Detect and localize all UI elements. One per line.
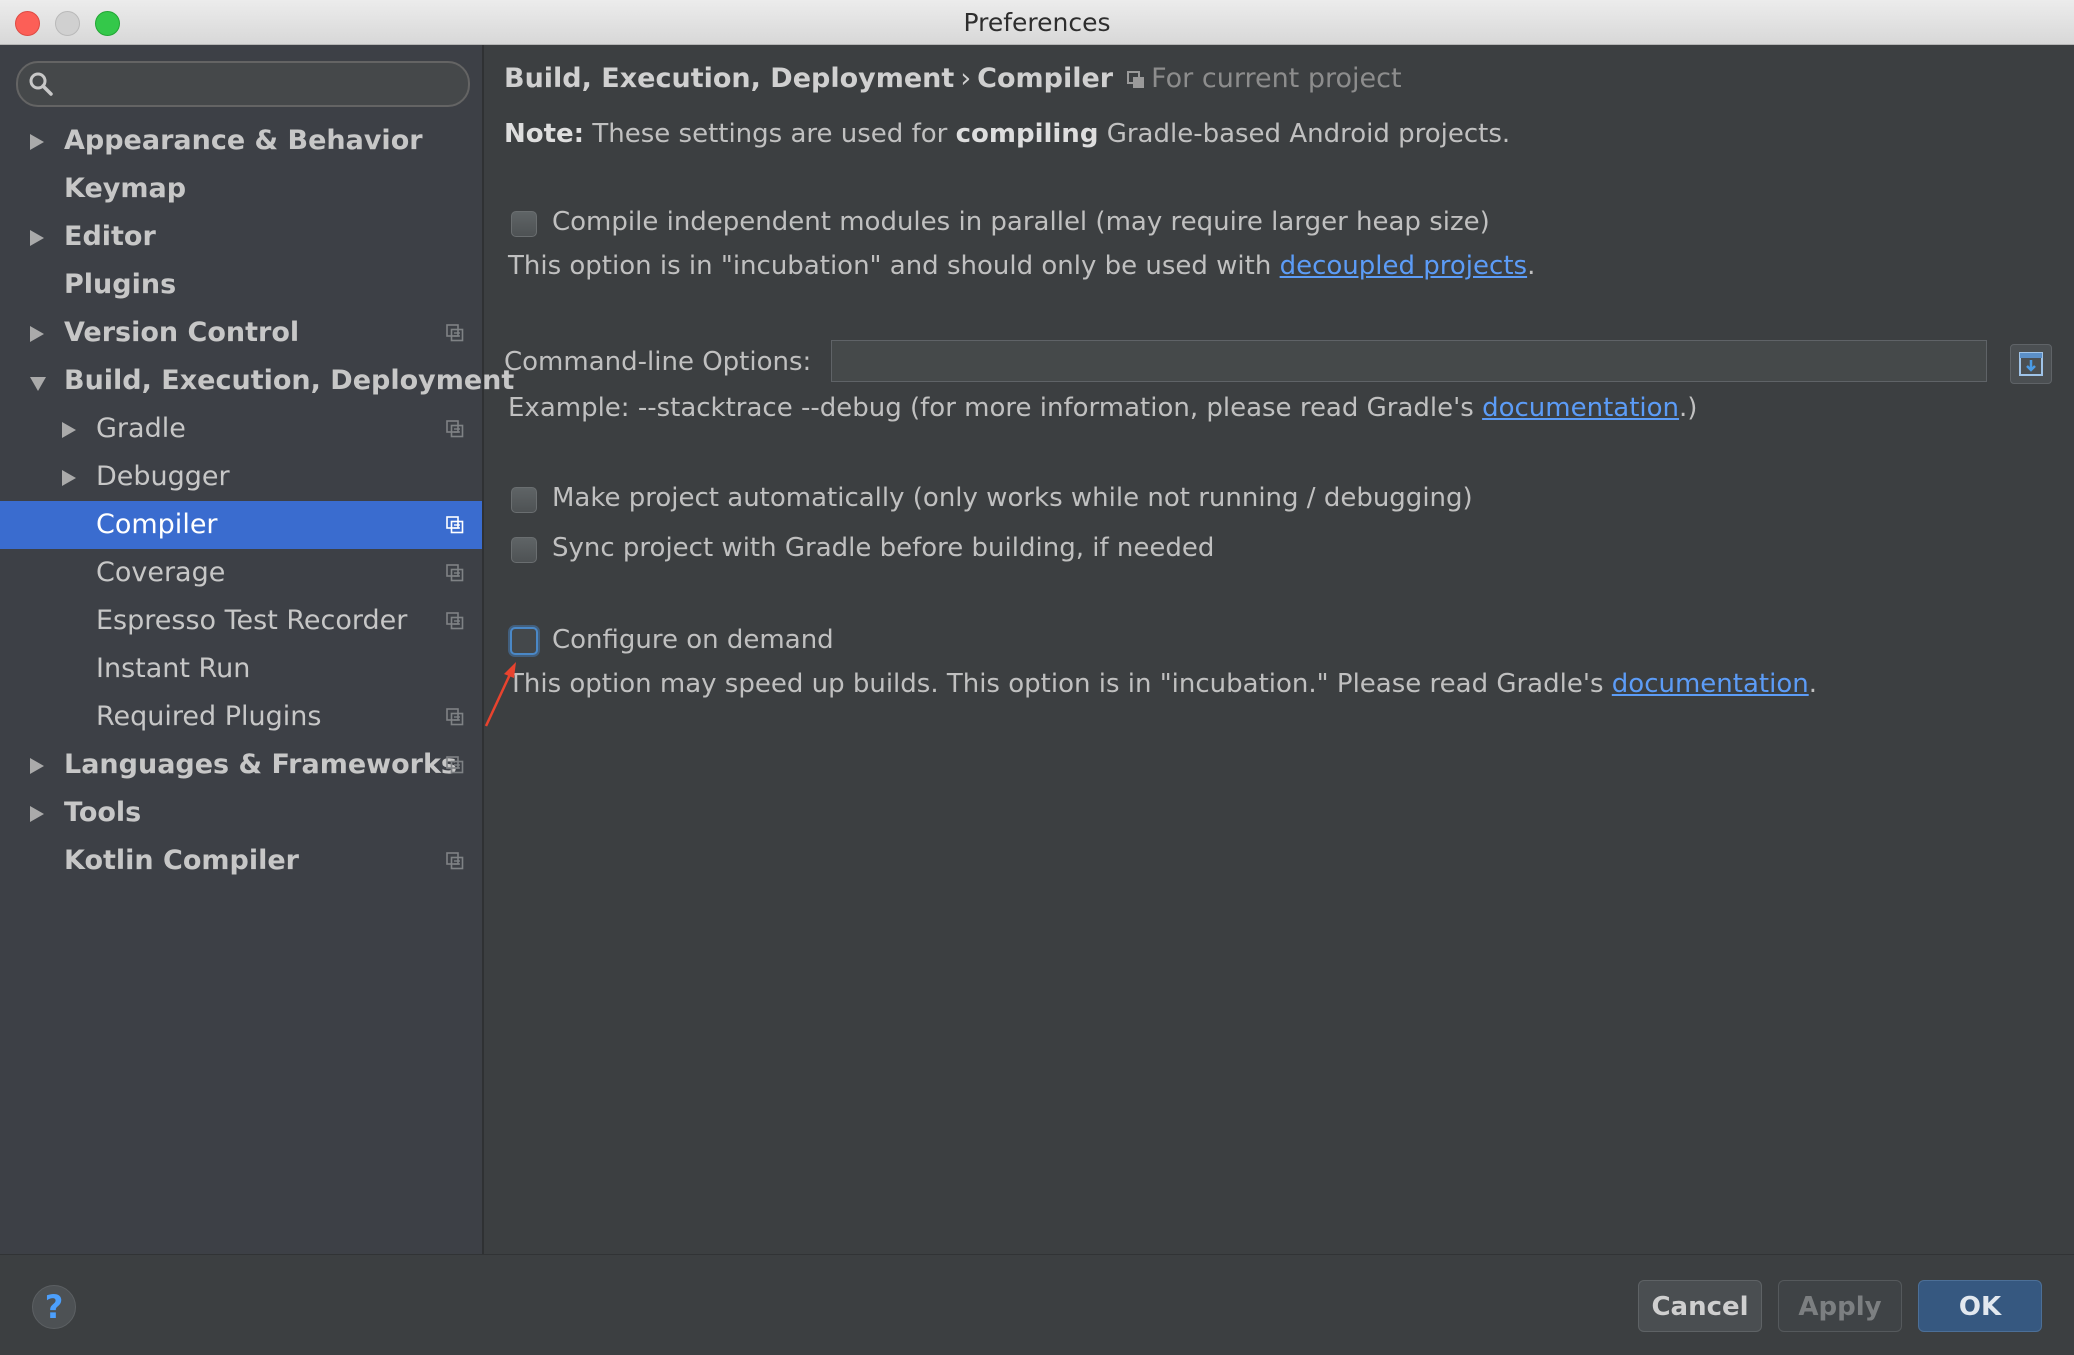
configure-on-demand-hint: This option may speed up builds. This op… (508, 669, 1817, 699)
sidebar-item-label: Gradle (96, 413, 186, 444)
sidebar-item-build-execution-deployment[interactable]: Build, Execution, Deployment (0, 357, 514, 405)
sidebar-item-version-control[interactable]: Version Control (0, 309, 482, 357)
cmdline-example-text: Example: --stacktrace --debug (for more … (508, 393, 1483, 423)
parallel-modules-label[interactable]: Compile independent modules in parallel … (552, 207, 1490, 237)
configure-on-demand-checkbox[interactable] (510, 627, 538, 655)
configure-documentation-link[interactable]: documentation (1612, 669, 1809, 699)
parallel-hint-end: . (1527, 251, 1536, 281)
configure-hint-text: This option may speed up builds. This op… (508, 669, 1612, 699)
apply-button[interactable]: Apply (1778, 1280, 1902, 1332)
project-scope-icon (446, 324, 464, 342)
sidebar-item-keymap[interactable]: Keymap (0, 165, 482, 213)
ok-button[interactable]: OK (1918, 1280, 2042, 1332)
search-input[interactable] (64, 67, 458, 101)
expand-field-icon (2019, 352, 2043, 376)
sync-project-checkbox[interactable] (511, 537, 537, 563)
configure-hint-end: . (1808, 669, 1817, 699)
sidebar-item-debugger[interactable]: Debugger (0, 453, 482, 501)
chevron-right-icon[interactable] (30, 230, 44, 246)
cmdline-documentation-link[interactable]: documentation (1482, 393, 1679, 423)
configure-on-demand-label[interactable]: Configure on demand (552, 625, 834, 655)
breadcrumb-parent: Build, Execution, Deployment (504, 63, 955, 94)
sidebar-item-plugins[interactable]: Plugins (0, 261, 482, 309)
window-title: Preferences (963, 8, 1111, 37)
annotation-arrow-icon (484, 662, 516, 727)
parallel-modules-checkbox[interactable] (511, 211, 537, 237)
preferences-window: Preferences Appearance & Behavior Keymap E… (0, 0, 2074, 1355)
cancel-button[interactable]: Cancel (1638, 1280, 1762, 1332)
dialog-button-bar: ? Cancel Apply OK (0, 1254, 2074, 1355)
project-scope-indicator: For current project (1127, 63, 1402, 94)
sidebar-item-languages-frameworks[interactable]: Languages & Frameworks (0, 741, 482, 789)
cmdline-example: Example: --stacktrace --debug (for more … (508, 393, 1697, 423)
make-project-automatically-checkbox[interactable] (511, 487, 537, 513)
sidebar-item-label: Required Plugins (96, 701, 322, 732)
sidebar-item-compiler[interactable]: Compiler (0, 501, 482, 549)
sidebar-item-kotlin-compiler[interactable]: Kotlin Compiler (0, 837, 482, 885)
search-icon (29, 72, 53, 96)
settings-tree: Appearance & Behavior Keymap Editor Plugins… (0, 117, 514, 885)
chevron-right-icon[interactable] (30, 806, 44, 822)
sync-project-label[interactable]: Sync project with Gradle before building… (552, 533, 1214, 563)
breadcrumb-separator: › (960, 63, 972, 94)
settings-search[interactable] (16, 61, 470, 107)
sidebar-item-label: Languages & Frameworks (64, 749, 458, 780)
project-scope-icon (446, 852, 464, 870)
sidebar-item-coverage[interactable]: Coverage (0, 549, 482, 597)
note-text: Note: These settings are used for compil… (504, 119, 1510, 149)
note-prefix: Note: (504, 119, 585, 149)
scope-label: For current project (1151, 63, 1402, 94)
breadcrumb: Build, Execution, Deployment › Compiler For… (504, 63, 1402, 94)
sidebar-item-label: Espresso Test Recorder (96, 605, 408, 636)
sidebar-item-tools[interactable]: Tools (0, 789, 482, 837)
parallel-hint-text: This option is in "incubation" and shoul… (508, 251, 1280, 281)
sidebar-item-label: Editor (64, 221, 156, 252)
chevron-right-icon[interactable] (30, 758, 44, 774)
project-scope-icon (446, 612, 464, 630)
note-post: Gradle-based Android projects. (1098, 119, 1511, 149)
sidebar-item-label: Tools (64, 797, 142, 828)
sidebar-item-label: Keymap (64, 173, 187, 204)
project-scope-icon (446, 564, 464, 582)
sidebar-item-instant-run[interactable]: Instant Run (0, 645, 482, 693)
project-scope-icon (1127, 71, 1145, 88)
sidebar-item-editor[interactable]: Editor (0, 213, 482, 261)
expand-cmdline-button[interactable] (2010, 344, 2052, 384)
cmdline-example-end: .) (1679, 393, 1698, 423)
sidebar-item-label: Plugins (64, 269, 177, 300)
sidebar-item-label: Instant Run (96, 653, 251, 684)
note-bold: compiling (955, 119, 1099, 149)
sidebar-item-espresso-test-recorder[interactable]: Espresso Test Recorder (0, 597, 482, 645)
sidebar-item-label: Compiler (96, 509, 218, 540)
chevron-right-icon[interactable] (30, 326, 44, 342)
cmdline-options-input[interactable] (831, 340, 1987, 382)
sidebar-item-label: Kotlin Compiler (64, 845, 299, 876)
sidebar-item-gradle[interactable]: Gradle (0, 405, 482, 453)
make-project-automatically-label[interactable]: Make project automatically (only works w… (552, 483, 1473, 513)
note-pre: These settings are used for (584, 119, 956, 149)
chevron-right-icon[interactable] (62, 422, 76, 438)
sidebar-item-label: Debugger (96, 461, 230, 492)
project-scope-icon (446, 708, 464, 726)
project-scope-icon (446, 516, 464, 534)
decoupled-projects-link[interactable]: decoupled projects (1280, 251, 1527, 281)
project-scope-icon (446, 420, 464, 438)
sidebar-item-label: Coverage (96, 557, 226, 588)
sidebar-item-label: Version Control (64, 317, 300, 348)
compiler-settings-panel: Build, Execution, Deployment › Compiler For… (484, 45, 2074, 1254)
project-scope-icon (446, 756, 464, 774)
chevron-down-icon[interactable] (30, 377, 46, 391)
settings-sidebar: Appearance & Behavior Keymap Editor Plugins… (0, 45, 514, 1254)
sidebar-item-appearance-behavior[interactable]: Appearance & Behavior (0, 117, 482, 165)
title-bar[interactable]: Preferences (0, 0, 2074, 45)
sidebar-item-label: Appearance & Behavior (64, 125, 423, 156)
parallel-modules-hint: This option is in "incubation" and shoul… (508, 251, 1535, 281)
chevron-right-icon[interactable] (30, 134, 44, 150)
sidebar-item-label: Build, Execution, Deployment (64, 365, 515, 396)
help-button[interactable]: ? (32, 1285, 76, 1329)
chevron-right-icon[interactable] (62, 470, 76, 486)
sidebar-item-required-plugins[interactable]: Required Plugins (0, 693, 482, 741)
breadcrumb-current: Compiler (977, 63, 1114, 94)
cmdline-options-label: Command-line Options: (504, 347, 812, 377)
